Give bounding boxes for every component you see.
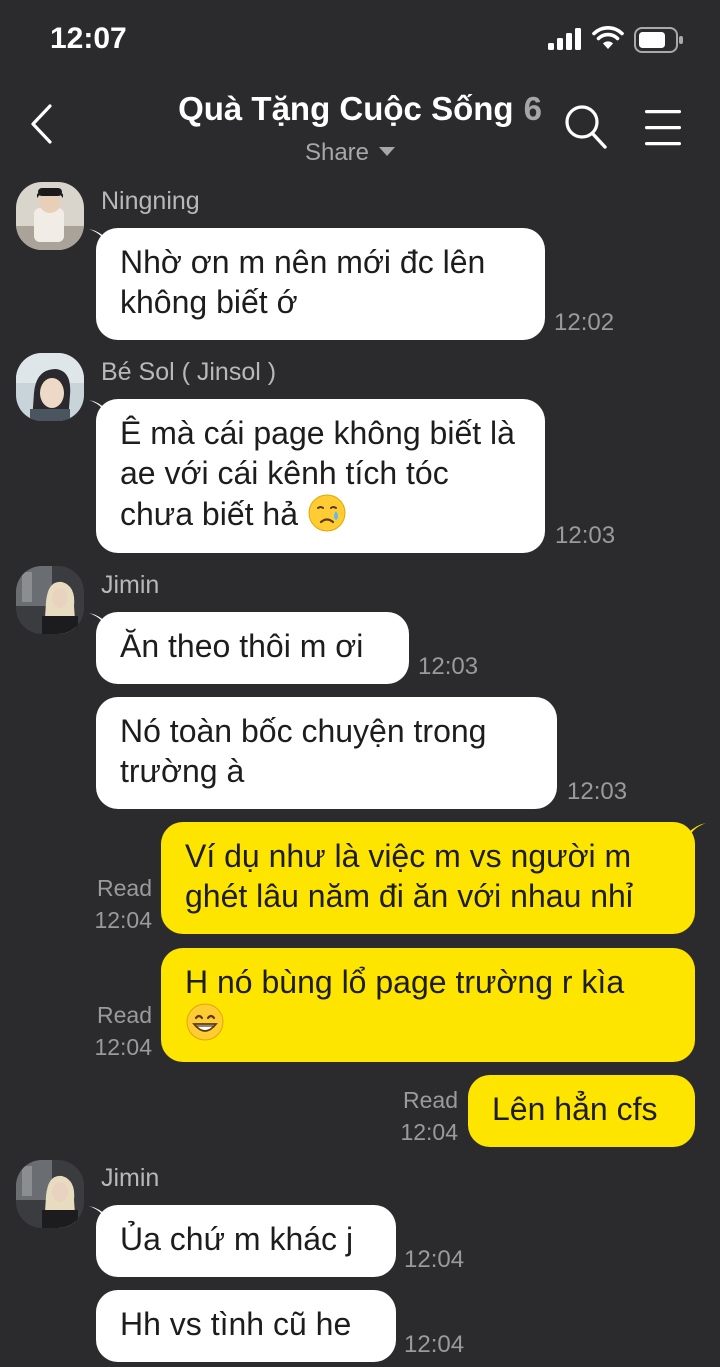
message-text: Ăn theo thôi m ơi <box>120 628 364 664</box>
message-text: Nó toàn bốc chuyện trong trường à <box>120 713 487 789</box>
bubble-tail <box>688 823 706 841</box>
message-bubble[interactable]: Nó toàn bốc chuyện trong trường à <box>96 697 557 809</box>
my-message-bubble[interactable]: Lên hẳn cfs <box>468 1075 695 1147</box>
sender-name: Bé Sol ( Jinsol ) <box>101 358 277 386</box>
chat-title[interactable]: Quà Tặng Cuộc Sống 6 <box>0 90 720 128</box>
message-text: H nó bùng lổ page trường r kìa <box>185 964 625 1000</box>
read-receipt: Read 12:04 <box>80 999 152 1063</box>
avatar-jimin-image <box>16 1160 84 1228</box>
avatar-jimin[interactable] <box>16 1160 84 1228</box>
sender-name: Ningning <box>101 187 200 215</box>
member-count: 6 <box>523 90 542 127</box>
share-label: Share <box>304 139 370 166</box>
message-time: 12:04 <box>94 1034 152 1060</box>
message-text: Lên hẳn cfs <box>492 1091 658 1127</box>
message-bubble[interactable]: Ê mà cái page không biết là ae với cái k… <box>96 399 545 553</box>
my-message-bubble[interactable]: Ví dụ như là việc m vs người m ghét lâu … <box>161 822 695 934</box>
wifi-icon <box>592 26 624 49</box>
avatar-ningning[interactable] <box>16 182 84 250</box>
message-time: 12:04 <box>404 1331 465 1358</box>
grinning-face-icon <box>186 1003 224 1041</box>
avatar-ningning-image <box>16 182 84 250</box>
avatar-jimin-image <box>16 566 84 634</box>
message-time: 12:03 <box>567 778 628 805</box>
read-receipt: Read 12:04 <box>386 1084 458 1148</box>
crying-face-icon <box>308 494 346 532</box>
message-text: Ủa chứ m khác j <box>120 1221 354 1257</box>
message-time: 12:03 <box>555 522 616 549</box>
read-label: Read <box>97 875 152 901</box>
hamburger-menu-icon[interactable] <box>644 108 682 148</box>
avatar-jimin[interactable] <box>16 566 84 634</box>
message-time: 12:02 <box>554 309 615 336</box>
avatar-be-sol-image <box>16 353 84 421</box>
caret-down-icon <box>379 147 396 156</box>
message-bubble[interactable]: Ủa chứ m khác j <box>96 1205 396 1277</box>
message-time: 12:04 <box>404 1246 465 1273</box>
read-label: Read <box>403 1087 458 1113</box>
message-bubble[interactable]: Ăn theo thôi m ơi <box>96 612 409 684</box>
status-time: 12:07 <box>50 22 127 55</box>
message-bubble[interactable]: Hh vs tình cũ he <box>96 1290 396 1362</box>
battery-icon <box>634 27 683 53</box>
sender-name: Jimin <box>101 571 160 599</box>
message-text: Nhờ ơn m nên mới đc lên không biết ớ <box>120 244 486 320</box>
chat-title-text: Quà Tặng Cuộc Sống <box>178 90 514 127</box>
message-text: Ví dụ như là việc m vs người m ghét lâu … <box>185 838 633 914</box>
avatar-be-sol[interactable] <box>16 353 84 421</box>
status-bar: 12:07 <box>0 0 720 80</box>
message-time: 12:04 <box>400 1119 458 1145</box>
message-time: 12:03 <box>418 653 479 680</box>
cellular-signal-icon <box>548 28 581 50</box>
read-receipt: Read 12:04 <box>80 872 152 936</box>
message-text: Hh vs tình cũ he <box>120 1306 352 1342</box>
message-time: 12:04 <box>94 907 152 933</box>
read-label: Read <box>97 1002 152 1028</box>
message-bubble[interactable]: Nhờ ơn m nên mới đc lên không biết ớ <box>96 228 545 340</box>
sender-name: Jimin <box>101 1164 160 1192</box>
search-icon[interactable] <box>564 104 608 150</box>
my-message-bubble[interactable]: H nó bùng lổ page trường r kìa <box>161 948 695 1062</box>
chat-header: Quà Tặng Cuộc Sống 6 Share <box>0 80 720 180</box>
